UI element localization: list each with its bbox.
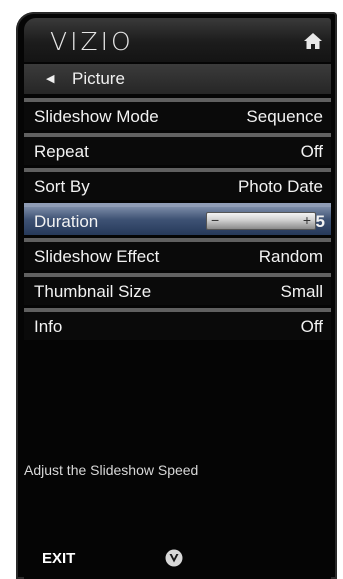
slider-plus-icon[interactable]: + (303, 210, 311, 230)
help-text: Adjust the Slideshow Speed (24, 462, 199, 478)
menu-item-thumbnail-size[interactable]: Thumbnail Size Small (24, 273, 331, 305)
menu-item-duration[interactable]: Duration − + 5 (24, 203, 331, 235)
exit-button[interactable]: EXIT (42, 550, 75, 567)
menu-item-label: Info (34, 317, 63, 336)
menu-item-slideshow-mode[interactable]: Slideshow Mode Sequence (24, 98, 331, 130)
menu-item-value: Off (300, 317, 323, 336)
menu-item-value: Photo Date (237, 177, 323, 196)
menu-item-value: Off (300, 142, 323, 161)
menu-item-label: Sort By (34, 177, 90, 196)
breadcrumb[interactable]: ◀ Picture (24, 64, 331, 94)
left-arrow-icon[interactable]: ◀ (46, 64, 54, 94)
menu-item-label: Duration (34, 212, 99, 231)
menu-item-label: Slideshow Effect (34, 247, 160, 266)
menu-item-value: 5 (315, 212, 325, 231)
menu-footer: EXIT (24, 538, 331, 579)
menu-item-label: Repeat (34, 142, 89, 161)
tv-menu-panel: VIZIO ◀ Picture Slideshow Mode Sequence … (16, 12, 337, 579)
menu-item-info[interactable]: Info Off (24, 308, 331, 340)
menu-item-slideshow-effect[interactable]: Slideshow Effect Random (24, 238, 331, 270)
menu-item-repeat[interactable]: Repeat Off (24, 133, 331, 165)
slider-minus-icon[interactable]: − (211, 210, 219, 230)
menu-item-value: Small (280, 282, 323, 301)
menu-item-label: Slideshow Mode (34, 107, 159, 126)
menu-item-value: Sequence (246, 107, 323, 126)
menu-item-label: Thumbnail Size (34, 282, 152, 301)
breadcrumb-label: Picture (72, 69, 125, 88)
vizio-v-icon[interactable] (165, 549, 183, 567)
menu-item-value: Random (258, 247, 323, 266)
home-icon[interactable] (303, 32, 323, 50)
menu-header: VIZIO (24, 18, 331, 62)
menu-item-sort-by[interactable]: Sort By Photo Date (24, 168, 331, 200)
duration-slider[interactable]: − + (206, 212, 316, 230)
vizio-logo: VIZIO (50, 27, 134, 56)
